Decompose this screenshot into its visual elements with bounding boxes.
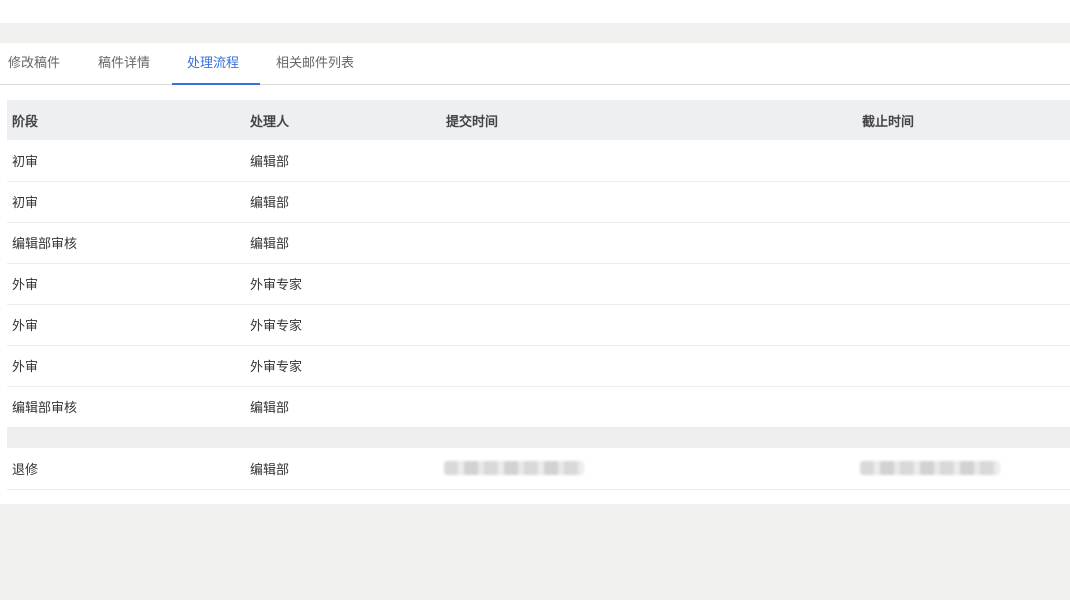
deadline-cell bbox=[857, 263, 1070, 304]
submit-time-cell bbox=[441, 222, 857, 263]
submit-time-cell bbox=[441, 304, 857, 345]
column-header-handler: 处理人 bbox=[250, 114, 290, 130]
content-panel: 修改稿件 稿件详情 处理流程 相关邮件列表 阶段 处理人 提交时间 截止时间 初… bbox=[0, 43, 1070, 504]
handler-cell: 外审专家 bbox=[250, 278, 303, 293]
deadline-cell bbox=[857, 140, 1070, 181]
table-row: 编辑部审核 编辑部 bbox=[7, 386, 1070, 427]
redacted-submit-time bbox=[444, 461, 584, 476]
handler-cell: 编辑部 bbox=[250, 154, 290, 170]
table-row: 外审 外审专家 bbox=[7, 304, 1070, 345]
tab-label: 处理流程 bbox=[187, 56, 240, 71]
submit-time-cell bbox=[441, 181, 857, 222]
table-row: 初审 编辑部 bbox=[7, 140, 1070, 181]
submit-time-cell bbox=[441, 448, 857, 489]
column-header-deadline: 截止时间 bbox=[862, 114, 915, 130]
handler-cell: 外审专家 bbox=[250, 360, 303, 375]
stage-cell: 初审 bbox=[12, 196, 39, 211]
handler-cell: 编辑部 bbox=[250, 196, 290, 211]
handler-cell: 编辑部 bbox=[250, 462, 290, 478]
table-row: 外审 外审专家 bbox=[7, 345, 1070, 386]
table-row: 退修 编辑部 bbox=[7, 448, 1070, 489]
table-row: 编辑部审核 编辑部 bbox=[7, 222, 1070, 263]
stage-cell: 退修 bbox=[12, 462, 39, 478]
submit-time-cell bbox=[441, 140, 857, 181]
redacted-deadline bbox=[860, 461, 1000, 476]
top-bar bbox=[0, 0, 1070, 23]
table-row: 外审 外审专家 bbox=[7, 263, 1070, 304]
stage-cell: 外审 bbox=[12, 360, 39, 375]
stage-cell: 外审 bbox=[12, 319, 39, 334]
submit-time-cell bbox=[441, 345, 857, 386]
active-tab-indicator bbox=[172, 83, 260, 85]
stage-cell: 初审 bbox=[12, 154, 39, 170]
handler-cell: 编辑部 bbox=[250, 237, 290, 252]
stage-cell: 编辑部审核 bbox=[12, 237, 78, 252]
tab-process-flow[interactable]: 处理流程 bbox=[187, 43, 239, 84]
row-separator bbox=[7, 427, 1070, 448]
handler-cell: 编辑部 bbox=[250, 401, 290, 416]
stage-cell: 编辑部审核 bbox=[12, 401, 78, 416]
table-header-row: 阶段 处理人 提交时间 截止时间 bbox=[7, 100, 1070, 140]
deadline-cell bbox=[857, 304, 1070, 345]
tab-label: 修改稿件 bbox=[8, 56, 61, 71]
column-header-submit-time: 提交时间 bbox=[446, 114, 499, 130]
tab-label: 稿件详情 bbox=[98, 56, 151, 71]
submit-time-cell bbox=[441, 263, 857, 304]
stage-cell: 外审 bbox=[12, 278, 39, 293]
handler-cell: 外审专家 bbox=[250, 319, 303, 334]
submit-time-cell bbox=[441, 386, 857, 427]
tab-edit-manuscript[interactable]: 修改稿件 bbox=[8, 43, 60, 84]
deadline-cell bbox=[857, 181, 1070, 222]
deadline-cell bbox=[857, 386, 1070, 427]
column-header-stage: 阶段 bbox=[12, 114, 39, 130]
deadline-cell bbox=[857, 345, 1070, 386]
tab-label: 相关邮件列表 bbox=[276, 56, 355, 71]
tab-related-emails[interactable]: 相关邮件列表 bbox=[276, 43, 354, 84]
tab-bar: 修改稿件 稿件详情 处理流程 相关邮件列表 bbox=[0, 43, 1070, 85]
process-flow-table: 阶段 处理人 提交时间 截止时间 初审 编辑部 初审 编辑部 编辑部审核 编辑部 bbox=[7, 100, 1070, 490]
table-row: 初审 编辑部 bbox=[7, 181, 1070, 222]
tab-manuscript-details[interactable]: 稿件详情 bbox=[98, 43, 150, 84]
deadline-cell bbox=[857, 448, 1070, 489]
deadline-cell bbox=[857, 222, 1070, 263]
